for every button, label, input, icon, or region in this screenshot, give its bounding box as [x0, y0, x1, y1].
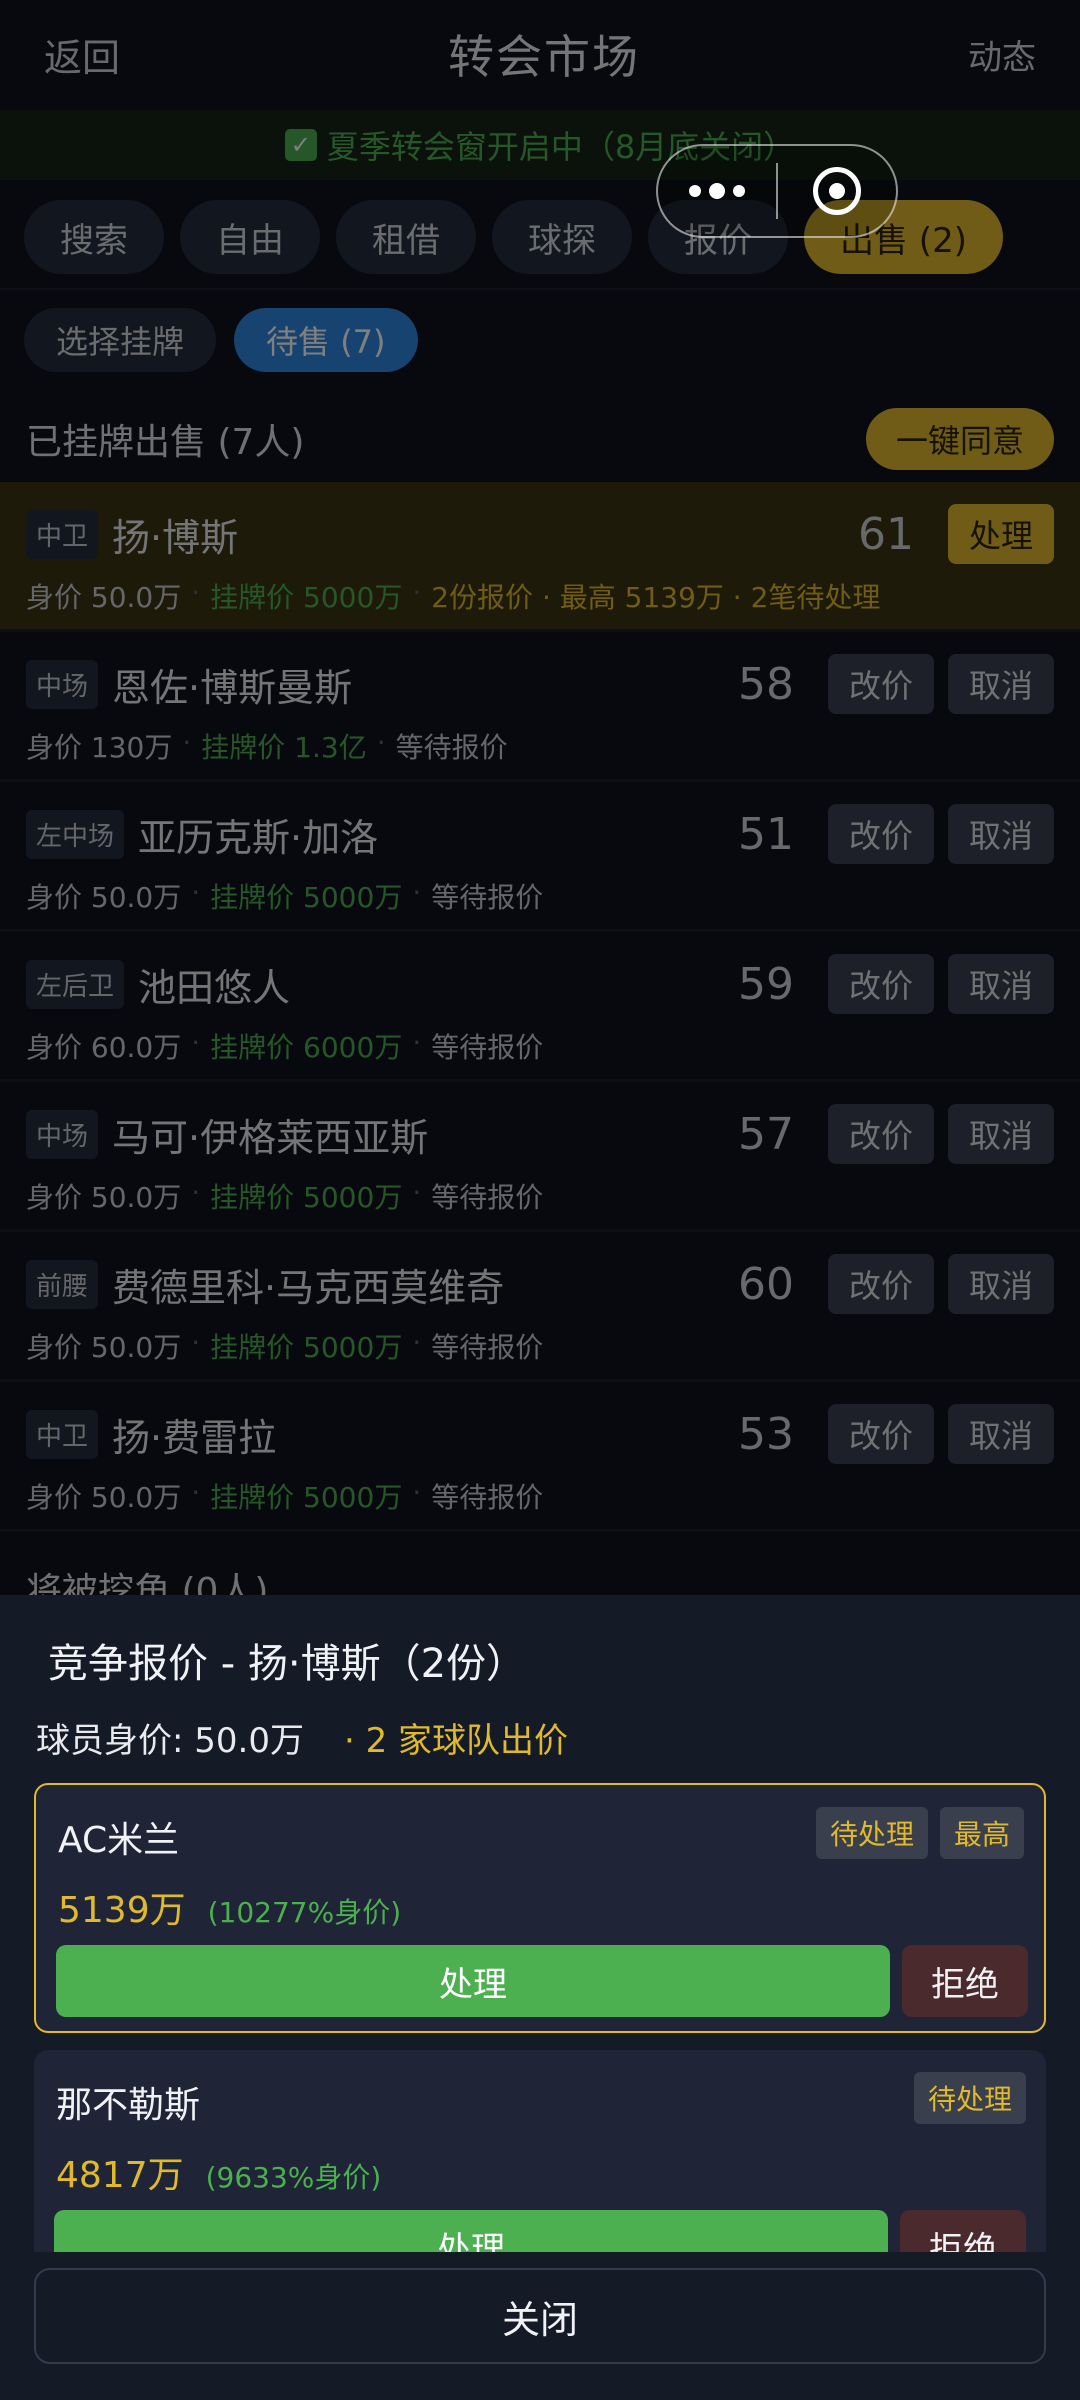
offer-percentage: (10277%身价) [207, 1896, 402, 1929]
sheet-subtitle: 球员身价: 50.0万 · 2 家球队出价 [36, 1713, 568, 1762]
bidder-count: · 2 家球队出价 [343, 1721, 569, 1761]
handle-offer-button[interactable]: 处理 [56, 1945, 890, 2017]
reject-offer-button[interactable]: 拒绝 [902, 1945, 1028, 2017]
modal-backdrop[interactable] [0, 0, 1080, 1595]
competing-offers-sheet: 竞争报价 - 扬·博斯（2份） 球员身价: 50.0万 · 2 家球队出价 AC… [0, 1595, 1080, 2400]
close-button[interactable]: 关闭 [34, 2268, 1046, 2364]
target-icon [813, 167, 861, 215]
more-menu-button[interactable] [658, 146, 776, 236]
player-value: 球员身价: 50.0万 [36, 1721, 304, 1761]
pending-badge: 待处理 [815, 1807, 928, 1859]
club-name: 那不勒斯 [56, 2085, 201, 2126]
sheet-footer: 关闭 [0, 2252, 1080, 2400]
sheet-title: 竞争报价 - 扬·博斯（2份） [48, 1641, 527, 1687]
highest-badge: 最高 [939, 1807, 1024, 1859]
offer-card[interactable]: AC米兰 待处理 最高 5139万 (10277%身价) 处理 拒绝 [34, 1783, 1046, 2033]
capsule-menu [656, 144, 898, 238]
offer-amount: 4817万 [56, 2155, 184, 2196]
club-name: AC米兰 [58, 1820, 180, 1861]
pending-badge: 待处理 [913, 2072, 1026, 2124]
more-dots-icon [689, 183, 745, 199]
offer-amount: 5139万 [58, 1890, 186, 1931]
exit-button[interactable] [778, 146, 896, 236]
offer-percentage: (9633%身价) [205, 2161, 382, 2194]
